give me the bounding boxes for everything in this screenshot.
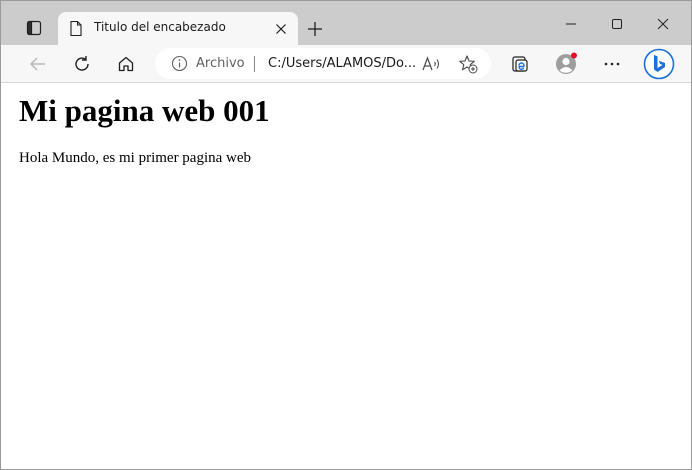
bing-button[interactable] [641,46,677,82]
address-bar[interactable]: Archivo C:/Users/ALAMOS/Do... [155,48,491,79]
minimize-button[interactable] [548,7,594,41]
tab-close-button[interactable] [270,18,292,40]
page-heading: Mi pagina web 001 [19,93,270,128]
collections-button[interactable] [504,48,536,80]
collections-icon [512,56,528,72]
read-aloud-button[interactable] [421,54,443,74]
bing-icon [643,48,675,80]
page-viewport: Mi pagina web 001 Hola Mundo, es mi prim… [1,84,691,469]
more-icon [604,62,620,66]
info-icon[interactable] [171,55,188,72]
browser-window: Titulo del encabezado Archivo C:/Users/A… [0,0,692,470]
new-tab-icon [308,22,322,36]
window-close-button[interactable] [640,7,686,41]
maximize-icon [612,19,622,29]
close-icon [276,24,286,34]
profile-button[interactable] [550,48,582,80]
navigation-toolbar: Archivo C:/Users/ALAMOS/Do... [1,45,691,83]
back-icon [30,57,45,71]
url-text[interactable]: C:/Users/ALAMOS/Do... [268,56,418,71]
minimize-icon [566,23,576,25]
reload-icon [75,56,89,71]
tab-title: Titulo del encabezado [94,20,226,34]
add-favorite-icon [459,55,478,74]
home-button[interactable] [110,48,142,80]
read-aloud-icon [422,56,440,71]
back-button[interactable] [22,48,54,80]
profile-icon [556,52,577,74]
tab-strip: Titulo del encabezado [1,1,691,45]
page-paragraph: Hola Mundo, es mi primer pagina web [19,150,252,166]
more-button[interactable] [596,48,628,80]
active-tab[interactable]: Titulo del encabezado [58,12,298,45]
maximize-button[interactable] [594,7,640,41]
reload-button[interactable] [66,48,98,80]
home-icon [118,56,134,72]
tab-actions-icon [26,20,42,36]
tab-actions-button[interactable] [17,11,51,45]
close-icon [657,18,669,30]
address-separator [254,56,255,72]
page-icon [70,20,82,37]
new-tab-button[interactable] [301,15,329,43]
site-info-label[interactable]: Archivo [196,56,245,71]
add-favorite-button[interactable] [457,53,479,75]
